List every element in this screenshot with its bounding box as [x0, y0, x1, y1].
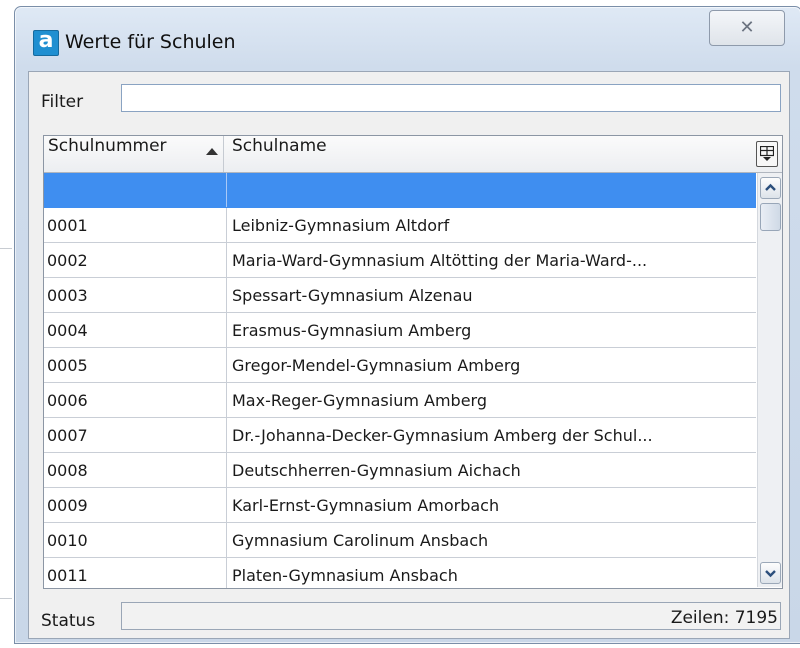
- table-row[interactable]: 0008 Deutschherren-Gymnasium Aichach: [44, 453, 756, 488]
- table-row[interactable]: 0003 Spessart-Gymnasium Alzenau: [44, 278, 756, 313]
- table-body: 0001 Leibniz-Gymnasium Altdorf 0002 Mari…: [44, 173, 756, 588]
- cell-schulname: Karl-Ernst-Gymnasium Amorbach: [232, 496, 500, 515]
- cell-schulname: Platen-Gymnasium Ansbach: [232, 566, 458, 585]
- scroll-thumb[interactable]: [760, 203, 781, 231]
- app-icon: a: [33, 30, 59, 56]
- row-count: Zeilen: 7195: [670, 608, 778, 628]
- table-row[interactable]: 0005 Gregor-Mendel-Gymnasium Amberg: [44, 348, 756, 383]
- table-row[interactable]: 0011 Platen-Gymnasium Ansbach: [44, 558, 756, 588]
- window-title: Werte für Schulen: [65, 31, 236, 53]
- background-line: [0, 598, 12, 599]
- title-bar[interactable]: a Werte für Schulen ✕: [15, 7, 800, 63]
- column-header-label: Schulnummer: [48, 136, 167, 156]
- column-header-label: Schulname: [232, 136, 327, 156]
- cell-schulname: Gregor-Mendel-Gymnasium Amberg: [232, 356, 521, 375]
- table-row[interactable]: 0010 Gymnasium Carolinum Ansbach: [44, 523, 756, 558]
- cell-schulname: Spessart-Gymnasium Alzenau: [232, 286, 473, 305]
- vertical-scrollbar[interactable]: [757, 173, 782, 587]
- column-header-schulnummer[interactable]: Schulnummer: [46, 136, 224, 172]
- table-header: Schulnummer Schulname: [44, 136, 782, 173]
- cell-schulnummer: 0006: [44, 383, 227, 417]
- cell-schulnummer: 0010: [44, 523, 227, 557]
- cell-schulname: Erasmus-Gymnasium Amberg: [232, 321, 472, 340]
- table-row[interactable]: 0009 Karl-Ernst-Gymnasium Amorbach: [44, 488, 756, 523]
- scroll-down-icon: [765, 570, 776, 578]
- cell-schulname: Leibniz-Gymnasium Altdorf: [232, 216, 450, 235]
- column-chooser-icon: [760, 146, 774, 161]
- cell-schulnummer: [44, 173, 227, 207]
- cell-schulnummer: 0009: [44, 488, 227, 522]
- table-row[interactable]: 0002 Maria-Ward-Gymnasium Altötting der …: [44, 243, 756, 278]
- cell-schulnummer: 0011: [44, 558, 227, 588]
- cell-schulnummer: 0004: [44, 313, 227, 347]
- close-button[interactable]: ✕: [709, 10, 785, 46]
- table-row[interactable]: 0001 Leibniz-Gymnasium Altdorf: [44, 208, 756, 243]
- table-row[interactable]: 0007 Dr.-Johanna-Decker-Gymnasium Amberg…: [44, 418, 756, 453]
- content-panel: Filter Schulnummer Schulname 0001 Leibni…: [28, 71, 790, 639]
- cell-schulname: Max-Reger-Gymnasium Amberg: [232, 391, 487, 410]
- close-icon: ✕: [739, 17, 755, 38]
- cell-schulname: Dr.-Johanna-Decker-Gymnasium Amberg der …: [232, 426, 653, 445]
- cell-schulname: [228, 173, 756, 207]
- cell-schulnummer: 0003: [44, 278, 227, 312]
- table-row[interactable]: 0006 Max-Reger-Gymnasium Amberg: [44, 383, 756, 418]
- scroll-up-button[interactable]: [760, 177, 781, 199]
- filter-input[interactable]: [121, 84, 781, 112]
- status-label: Status: [41, 611, 96, 631]
- table-row[interactable]: [44, 173, 756, 208]
- cell-schulname: Maria-Ward-Gymnasium Altötting der Maria…: [232, 251, 648, 270]
- dialog-window: a Werte für Schulen ✕ Filter Schulnummer…: [14, 6, 800, 644]
- scroll-up-icon: [765, 183, 776, 191]
- background-line: [0, 248, 12, 249]
- cell-schulnummer: 0005: [44, 348, 227, 382]
- cell-schulnummer: 0002: [44, 243, 227, 277]
- cell-schulname: Gymnasium Carolinum Ansbach: [232, 531, 489, 550]
- column-header-schulname[interactable]: Schulname: [228, 136, 748, 172]
- cell-schulname: Deutschherren-Gymnasium Aichach: [232, 461, 521, 480]
- table-row[interactable]: 0004 Erasmus-Gymnasium Amberg: [44, 313, 756, 348]
- column-chooser-button[interactable]: [756, 141, 778, 167]
- status-field: Zeilen: 7195: [121, 602, 781, 630]
- schools-table: Schulnummer Schulname 0001 Leibniz-Gymna…: [43, 135, 783, 589]
- cell-schulnummer: 0008: [44, 453, 227, 487]
- scroll-down-button[interactable]: [760, 562, 781, 584]
- sort-ascending-icon: [206, 148, 218, 155]
- cell-schulnummer: 0007: [44, 418, 227, 452]
- cell-schulnummer: 0001: [44, 208, 227, 242]
- filter-label: Filter: [41, 92, 84, 112]
